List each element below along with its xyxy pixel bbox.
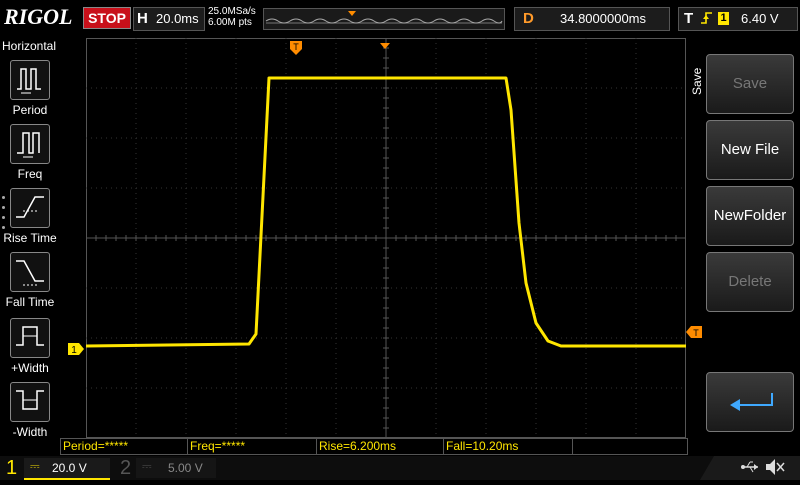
horizontal-timebase[interactable]: H 20.0ms	[133, 7, 205, 31]
measure-result-period: Period=*****	[60, 438, 188, 455]
sidebar-title: Horizontal	[2, 39, 57, 53]
measure-result-rise: Rise=6.200ms	[316, 438, 444, 455]
negative-width-icon	[10, 382, 50, 422]
measure-item-positive-width[interactable]: +Width	[0, 318, 60, 375]
ch1-scale-box[interactable]: ⎓ 20.0 V	[24, 458, 110, 480]
ch1-scale: 20.0 V	[52, 461, 87, 475]
dc-coupling-icon: ⎓	[30, 459, 40, 473]
ch1-ground-marker[interactable]: 1	[68, 342, 84, 360]
ch1-number[interactable]: 1	[6, 457, 17, 480]
measure-result-empty	[572, 438, 688, 455]
memory-overview-strip	[263, 8, 505, 30]
period-label: Period	[12, 103, 48, 117]
horizontal-center-marker	[380, 38, 390, 56]
measure-item-freq[interactable]: Freq	[0, 124, 60, 181]
delete-button[interactable]: Delete	[706, 252, 794, 312]
delay-display[interactable]: D 34.8000000ms	[514, 7, 670, 31]
save-button[interactable]: Save	[706, 54, 794, 114]
enter-button[interactable]	[706, 372, 794, 432]
trigger-position-marker[interactable]: T	[290, 41, 304, 62]
measure-item-period[interactable]: Period	[0, 60, 60, 117]
fall-time-icon	[10, 252, 50, 292]
rigol-logo: RIGOL	[4, 4, 73, 29]
horizontal-label: H	[137, 10, 148, 27]
fall-time-label: Fall Time	[5, 295, 55, 309]
measure-item-negative-width[interactable]: -Width	[0, 382, 60, 439]
svg-text:T: T	[293, 42, 299, 52]
run-stop-status[interactable]: STOP	[83, 7, 131, 29]
sample-rate: 25.0MSa/s	[208, 6, 256, 17]
freq-label: Freq	[17, 167, 43, 181]
waveform-display[interactable]	[85, 38, 686, 438]
delay-label: D	[523, 10, 534, 27]
enter-icon	[720, 393, 780, 412]
speaker-muted-icon[interactable]	[764, 457, 786, 482]
delay-value: 34.8000000ms	[560, 11, 647, 26]
positive-width-label: +Width	[11, 361, 49, 375]
dc-coupling-icon: ⎓	[142, 459, 152, 473]
measure-item-fall-time[interactable]: Fall Time	[0, 252, 60, 309]
positive-width-icon	[10, 318, 50, 358]
ch2-number[interactable]: 2	[120, 457, 131, 480]
trigger-label: T	[684, 10, 694, 27]
trigger-level-value: 6.40 V	[741, 11, 779, 26]
new-file-button[interactable]: New File	[706, 120, 794, 180]
rising-edge-icon	[700, 10, 714, 29]
graticule	[85, 38, 686, 438]
memory-depth: 6.00M pts	[208, 17, 252, 28]
usb-icon	[740, 458, 760, 481]
trigger-display[interactable]: T 1 6.40 V	[678, 7, 798, 31]
period-icon	[10, 60, 50, 100]
ch2-scale-box[interactable]: ⎓ 5.00 V	[136, 458, 216, 478]
rise-time-icon	[10, 188, 50, 228]
rise-time-label: Rise Time	[3, 231, 57, 245]
new-folder-button[interactable]: NewFolder	[706, 186, 794, 246]
svg-text:1: 1	[71, 345, 77, 355]
measure-item-rise-time[interactable]: Rise Time	[0, 188, 60, 245]
negative-width-label: -Width	[12, 425, 48, 439]
acquisition-info: 25.0MSa/s 6.00M pts	[208, 6, 256, 28]
ch2-scale: 5.00 V	[168, 461, 203, 475]
measure-result-freq: Freq=*****	[187, 438, 317, 455]
trigger-source-badge: 1	[718, 12, 729, 25]
measure-result-fall: Fall=10.20ms	[443, 438, 573, 455]
timebase-value: 20.0ms	[156, 11, 199, 26]
menu-title: Save	[690, 67, 704, 95]
freq-icon	[10, 124, 50, 164]
